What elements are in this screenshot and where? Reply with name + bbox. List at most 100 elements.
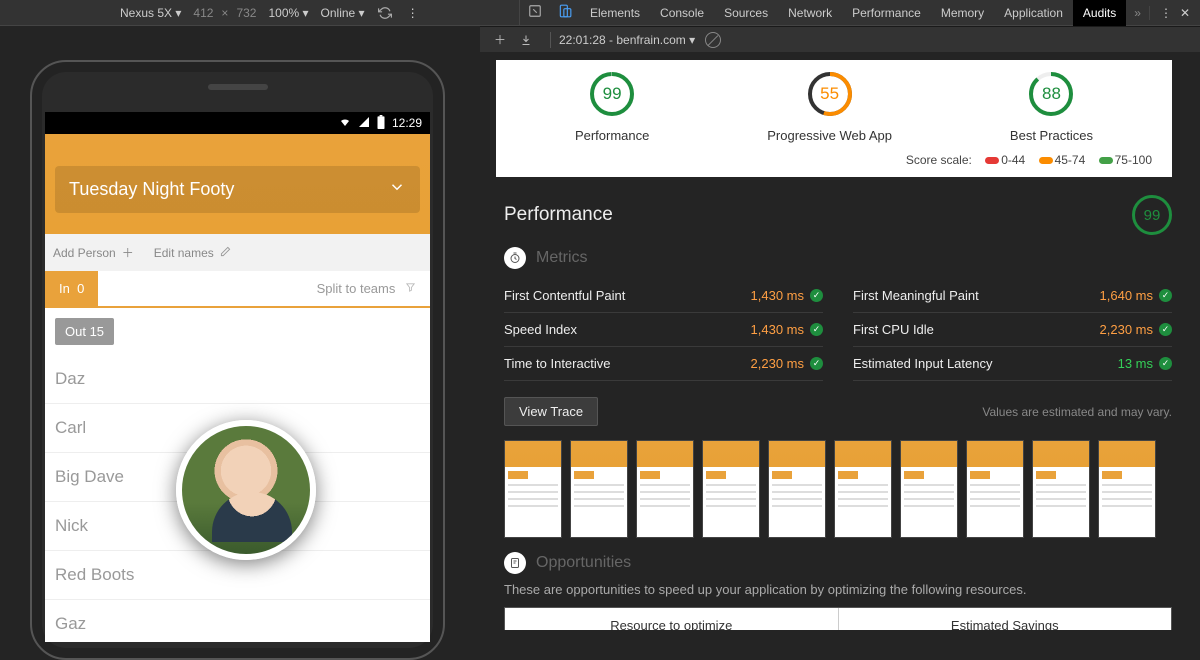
tab-sources[interactable]: Sources xyxy=(714,0,778,26)
filmstrip-frame[interactable] xyxy=(1098,440,1156,538)
clear-icon[interactable] xyxy=(705,32,721,48)
tab-audits[interactable]: Audits xyxy=(1073,0,1126,26)
tab-memory[interactable]: Memory xyxy=(931,0,994,26)
filmstrip-frame[interactable] xyxy=(702,440,760,538)
stopwatch-icon xyxy=(504,247,526,269)
score-performance[interactable]: 99 Performance xyxy=(575,70,649,143)
score-scale: Score scale: 0-44 45-74 75-100 xyxy=(516,153,1152,167)
close-icon[interactable]: ✕ xyxy=(1180,6,1190,20)
opportunities-heading[interactable]: Opportunities xyxy=(480,548,1200,578)
score-label: Progressive Web App xyxy=(767,128,892,143)
dimension-x: × xyxy=(221,6,228,20)
devtools-top-toolbar: Nexus 5X ▾ 412 × 732 100% ▾ Online ▾ ⋮ E… xyxy=(0,0,1200,26)
dot-red xyxy=(985,157,999,164)
list-item[interactable]: Daz xyxy=(45,355,430,404)
performance-heading: Performance 99 xyxy=(480,189,1200,243)
chevron-down-icon xyxy=(388,178,406,201)
check-icon: ✓ xyxy=(810,289,823,302)
more-tabs-icon[interactable]: » xyxy=(1126,6,1149,20)
device-select[interactable]: Nexus 5X ▾ xyxy=(120,6,181,20)
metric-row: First CPU Idle 2,230 ms✓ xyxy=(853,313,1172,347)
device-toggle-icon[interactable] xyxy=(550,4,580,21)
status-bar: 12:29 xyxy=(45,112,430,134)
performance-title: Performance xyxy=(504,204,613,226)
metric-row: First Contentful Paint 1,430 ms ✓ xyxy=(504,279,823,313)
add-icon[interactable]: ＋ xyxy=(490,30,510,50)
audit-report-select[interactable]: 22:01:28 - benfrain.com ▾ xyxy=(559,33,695,47)
throttling-select[interactable]: Online ▾ xyxy=(321,6,365,20)
tab-console[interactable]: Console xyxy=(650,0,714,26)
add-person-button[interactable]: Add Person ＋ xyxy=(53,244,134,261)
edit-names-button[interactable]: Edit names xyxy=(154,244,231,261)
score-pwa[interactable]: 55 Progressive Web App xyxy=(767,70,892,143)
clock: 12:29 xyxy=(392,116,422,130)
metric-label: First Contentful Paint xyxy=(504,288,625,303)
viewport-width[interactable]: 412 xyxy=(193,6,213,20)
out-pill[interactable]: Out 15 xyxy=(55,318,114,345)
view-trace-button[interactable]: View Trace xyxy=(504,397,598,426)
app-viewport: Tuesday Night Footy Add Person ＋ Edit na… xyxy=(45,134,430,642)
metrics-heading[interactable]: Metrics xyxy=(480,243,1200,273)
filmstrip xyxy=(480,430,1200,548)
viewport-height[interactable]: 732 xyxy=(236,6,256,20)
filmstrip-frame[interactable] xyxy=(900,440,958,538)
tab-performance[interactable]: Performance xyxy=(842,0,931,26)
kebab-icon[interactable]: ⋮ xyxy=(405,5,421,21)
score-card: 99 Performance 55 Progressive Web App 88… xyxy=(496,60,1172,177)
filmstrip-frame[interactable] xyxy=(966,440,1024,538)
score-best-practices[interactable]: 88 Best Practices xyxy=(1010,70,1093,143)
tab-elements[interactable]: Elements xyxy=(580,0,650,26)
out-row: Out 15 xyxy=(45,308,430,355)
tab-in[interactable]: In 0 xyxy=(45,271,98,306)
metrics-label: Metrics xyxy=(536,249,588,267)
battery-icon xyxy=(376,115,386,132)
split-teams-button[interactable]: Split to teams xyxy=(307,271,430,306)
dot-green xyxy=(1099,157,1113,164)
metric-label: Estimated Input Latency xyxy=(853,356,992,371)
check-icon: ✓ xyxy=(1159,289,1172,302)
app-actions: Add Person ＋ Edit names xyxy=(45,234,430,271)
metric-value: 2,230 ms xyxy=(1100,322,1153,337)
tab-application[interactable]: Application xyxy=(994,0,1073,26)
plus-icon: ＋ xyxy=(122,244,134,261)
metric-value: 1,430 ms xyxy=(751,288,804,303)
metric-row: Time to Interactive 2,230 ms✓ xyxy=(504,347,823,381)
opportunities-description: These are opportunities to speed up your… xyxy=(480,578,1200,607)
tab-in-label: In xyxy=(59,281,70,296)
score-label: Performance xyxy=(575,128,649,143)
speaker xyxy=(208,84,268,90)
pencil-icon xyxy=(220,246,231,260)
split-label: Split to teams xyxy=(317,281,396,296)
filmstrip-frame[interactable] xyxy=(1032,440,1090,538)
filmstrip-frame[interactable] xyxy=(768,440,826,538)
scale-orange: 45-74 xyxy=(1055,153,1086,167)
scale-red: 0-44 xyxy=(1001,153,1025,167)
metric-label: Speed Index xyxy=(504,322,577,337)
wifi-icon xyxy=(338,116,352,131)
download-icon[interactable] xyxy=(516,30,536,50)
kebab-icon[interactable]: ⋮ xyxy=(1160,6,1172,20)
filmstrip-frame[interactable] xyxy=(570,440,628,538)
edit-names-label: Edit names xyxy=(154,246,214,260)
metric-label: Time to Interactive xyxy=(504,356,610,371)
opportunities-label: Opportunities xyxy=(536,554,631,572)
filmstrip-frame[interactable] xyxy=(636,440,694,538)
tab-network[interactable]: Network xyxy=(778,0,842,26)
estimated-note: Values are estimated and may vary. xyxy=(982,405,1172,419)
audits-toolbar: ＋ 22:01:28 - benfrain.com ▾ xyxy=(480,26,1200,52)
avatar xyxy=(176,420,316,560)
zoom-select[interactable]: 100% ▾ xyxy=(268,6,308,20)
list-item[interactable]: Gaz xyxy=(45,600,430,642)
inspect-icon[interactable] xyxy=(520,4,550,21)
rotate-icon[interactable] xyxy=(377,5,393,21)
filmstrip-frame[interactable] xyxy=(834,440,892,538)
check-icon: ✓ xyxy=(810,323,823,336)
filmstrip-frame[interactable] xyxy=(504,440,562,538)
app-title-bar[interactable]: Tuesday Night Footy xyxy=(55,166,420,213)
trace-row: View Trace Values are estimated and may … xyxy=(480,387,1200,430)
lab-icon xyxy=(504,552,526,574)
viewport-dimensions: 412 × 732 xyxy=(193,6,256,20)
add-person-label: Add Person xyxy=(53,246,116,260)
device-frame: 12:29 Tuesday Night Footy Add Person ＋ E… xyxy=(30,60,445,660)
metric-value: 1,430 ms xyxy=(751,322,804,337)
